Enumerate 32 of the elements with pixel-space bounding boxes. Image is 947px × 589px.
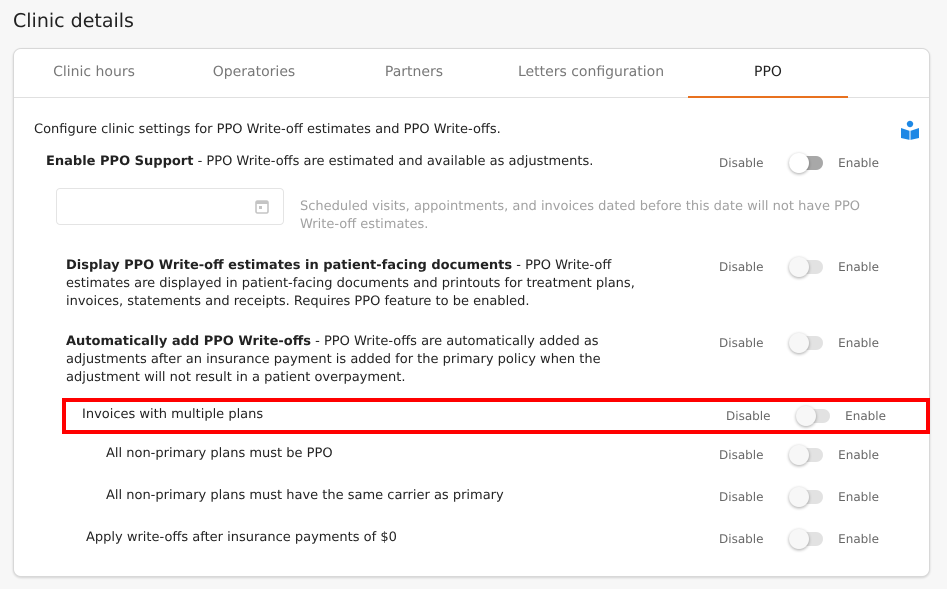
disable-label: Disable <box>719 155 765 172</box>
page-title: Clinic details <box>13 9 135 33</box>
enable-label: Enable <box>837 259 879 276</box>
enable-label: Enable <box>837 335 879 352</box>
enable-label: Enable <box>837 447 879 464</box>
date-hint: Scheduled visits, appointments, and invoices dated before this date will not have PPO Write-off estimates. <box>300 198 862 234</box>
disable-label: Disable <box>719 335 765 352</box>
toggle-switch[interactable] <box>789 153 825 173</box>
tab[interactable]: Clinic hours <box>14 49 174 98</box>
reader-icon[interactable] <box>901 120 919 140</box>
disable-label: Disable <box>719 531 765 548</box>
intro-text: Configure clinic settings for PPO Write-off estimates and PPO Write-offs. <box>34 121 501 140</box>
calendar-icon <box>255 199 269 214</box>
enable-label: Enable <box>837 531 879 548</box>
disable-label: Disable <box>726 408 772 425</box>
setting-description: Display PPO Write-off estimates in patient-facing documents - PPO Write-off estimates are displayed in patient-facing documents and printouts for treatment plans, invoices, statements and receipts. Requires PPO feature to be enabled. <box>66 257 636 311</box>
tab[interactable]: Partners <box>334 49 494 98</box>
setting-description: All non-primary plans must be PPO <box>106 445 334 463</box>
setting-description: Enable PPO Support - PPO Write-offs are estimated and available as adjustments. <box>46 153 594 171</box>
disable-label: Disable <box>719 259 765 276</box>
enable-label: Enable <box>837 155 879 172</box>
setting-description: Apply write-offs after insurance payments of $0 <box>86 529 398 547</box>
tab[interactable]: Letters configuration <box>494 49 688 98</box>
enable-label: Enable <box>837 489 879 506</box>
enable-label: Enable <box>844 408 886 425</box>
tab[interactable]: PPO <box>688 49 848 98</box>
setting-description: All non-primary plans must have the same carrier as primary <box>106 487 505 505</box>
disable-label: Disable <box>719 489 765 506</box>
setting-description: Automatically add PPO Write-offs - PPO Write-offs are automatically added as adjustments after an insurance payment is added for the primary policy when the adjustment will not result in a patient overpayment. <box>66 333 602 387</box>
disable-label: Disable <box>719 447 765 464</box>
setting-description: Invoices with multiple plans <box>82 406 264 424</box>
tab[interactable]: Operatories <box>174 49 334 98</box>
